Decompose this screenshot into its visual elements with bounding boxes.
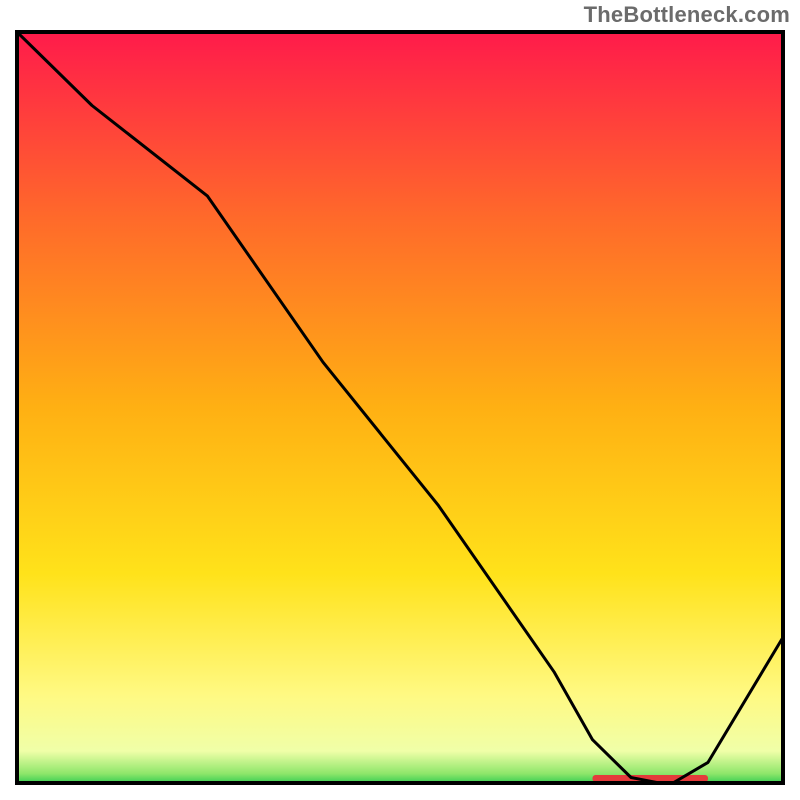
- chart-plot: [15, 30, 785, 785]
- chart-stage: TheBottleneck.com: [0, 0, 800, 800]
- chart-background: [15, 30, 785, 785]
- chart-svg: [15, 30, 785, 785]
- watermark-text: TheBottleneck.com: [584, 2, 790, 28]
